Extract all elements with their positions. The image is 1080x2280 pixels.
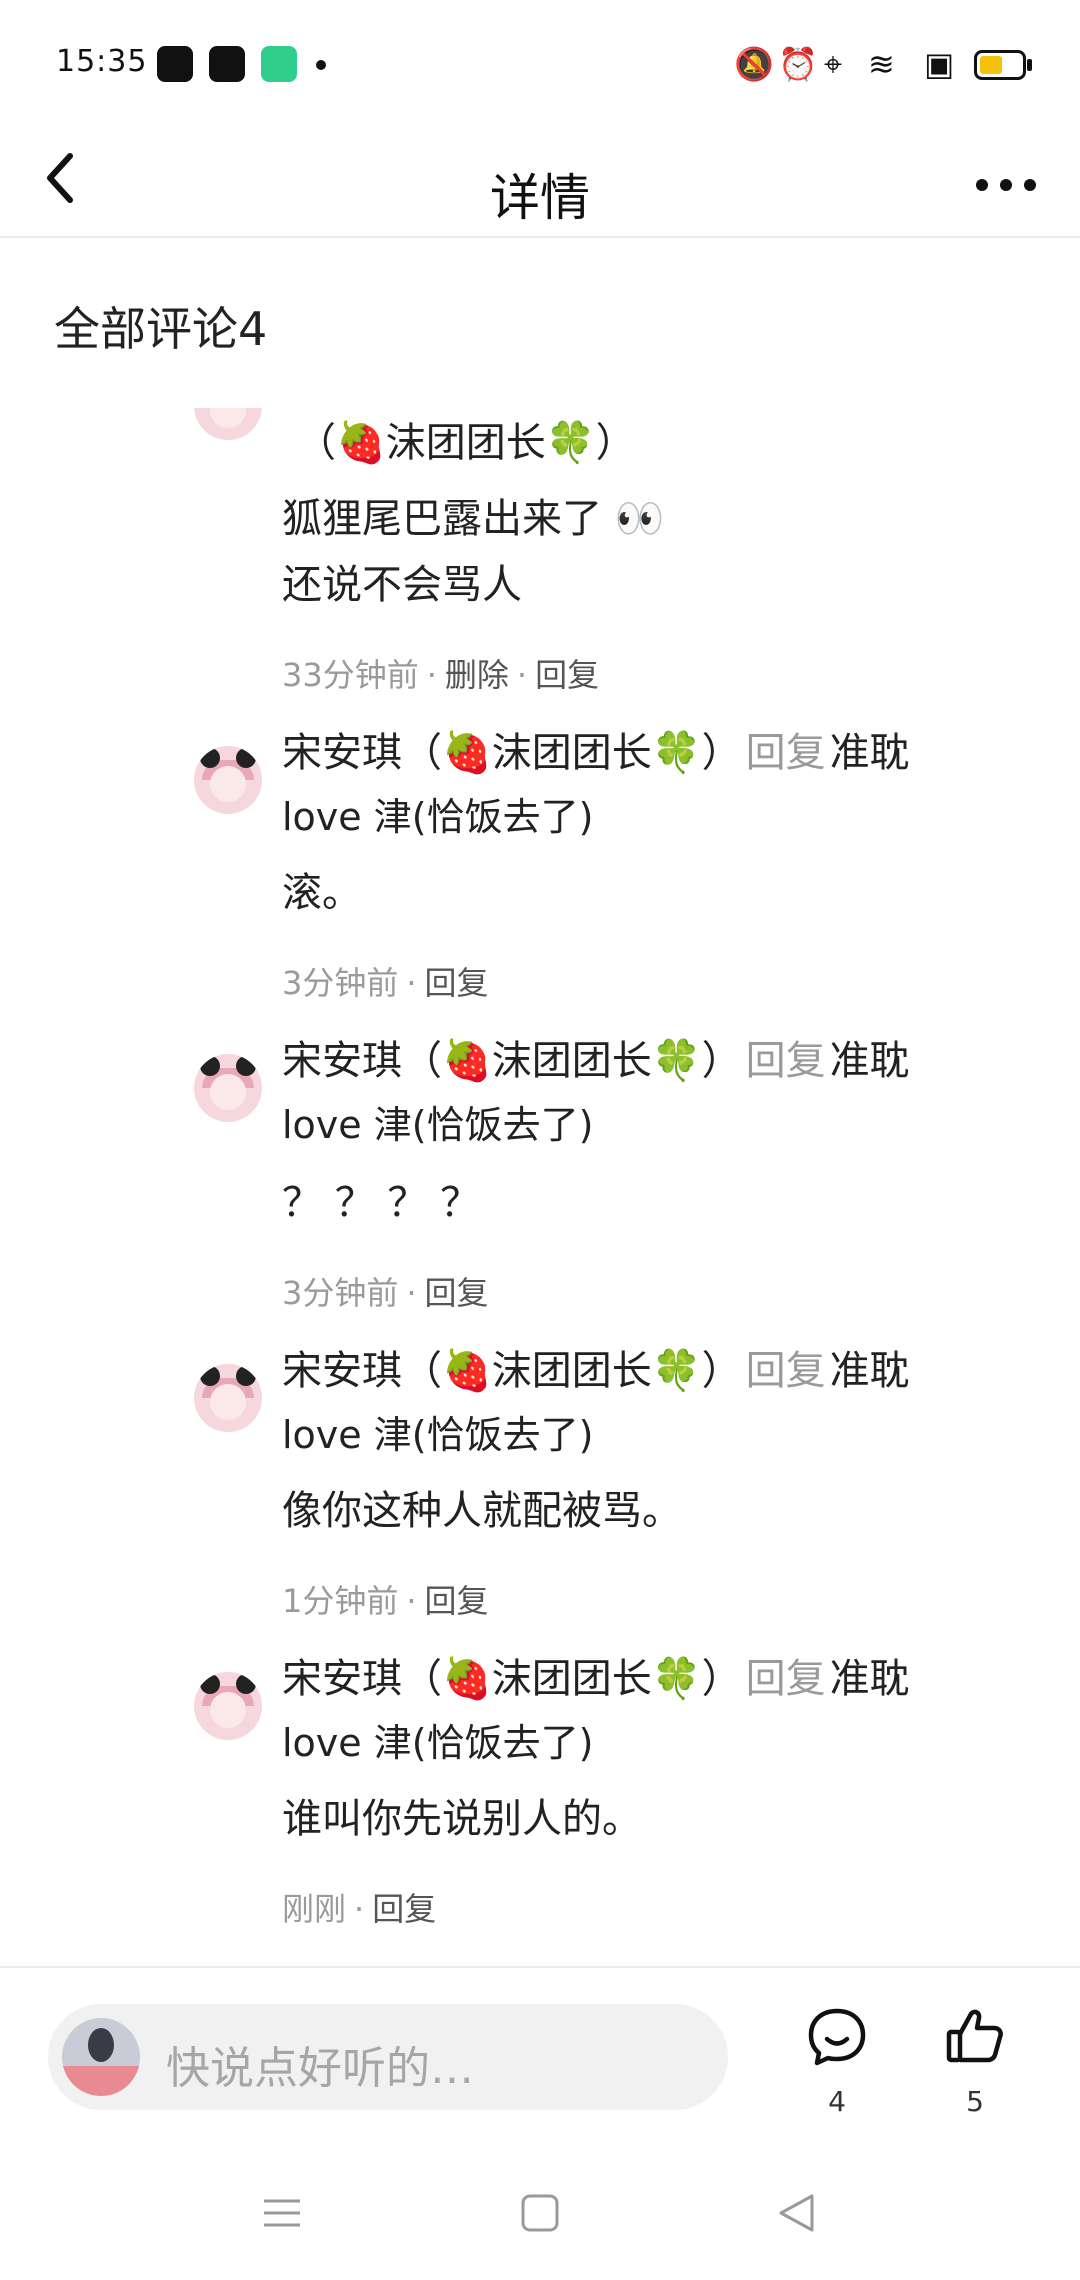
home-square-icon [521, 2194, 559, 2232]
reply-author-name[interactable]: 宋安琪（🍓沫团团长🍀） [282, 1038, 742, 1084]
like-count: 5 [966, 2085, 984, 2118]
reply-target-name[interactable]: 准耽 [830, 730, 910, 776]
home-nav-button[interactable] [520, 2192, 560, 2242]
system-nav-bar [0, 2160, 1080, 2280]
more-notifications-icon [316, 60, 326, 70]
reply-meta: 刚刚 · 回复 [282, 1890, 437, 1928]
sim-icon: ▣ [924, 45, 955, 83]
comments-button[interactable]: 4 [792, 2006, 882, 2118]
avatar[interactable] [194, 408, 262, 440]
back-nav-button[interactable] [776, 2192, 816, 2242]
capcut-app-icon [157, 46, 193, 82]
page-title: 详情 [490, 169, 590, 227]
comment-input[interactable]: 快说点好听的… [48, 2004, 728, 2110]
like-button[interactable]: 5 [930, 2006, 1020, 2118]
comment-author-name[interactable]: （🍓沫团团长🍀） [296, 410, 636, 468]
wifi-icon: ≋ [868, 45, 895, 83]
back-triangle-icon [779, 2194, 814, 2232]
reply-time: 刚刚 [282, 1890, 347, 1928]
avatar[interactable] [194, 1364, 262, 1432]
reply-author-name[interactable]: 宋安琪（🍓沫团团长🍀） [282, 730, 742, 776]
comment-text: 还说不会骂人 [282, 562, 522, 608]
top-nav-bar: 详情 [0, 130, 1080, 238]
reply-button[interactable]: 回复 [425, 1274, 489, 1312]
avatar[interactable] [194, 1054, 262, 1122]
comment-text: 狐狸尾巴露出来了 👀 [282, 496, 665, 542]
comment-input-placeholder: 快说点好听的… [166, 2043, 474, 2094]
reply-text: 谁叫你先说别人的。 [282, 1796, 642, 1842]
status-time: 15:35 [56, 44, 148, 79]
reply-meta: 1分钟前 · 回复 [282, 1582, 489, 1620]
more-options-button[interactable] [966, 144, 1046, 214]
reply-button[interactable]: 回复 [425, 1582, 489, 1620]
avatar[interactable] [194, 746, 262, 814]
menu-nav-button[interactable] [262, 2192, 302, 2242]
more-dots-icon [976, 179, 1036, 191]
all-comments-title: 全部评论4 [54, 302, 268, 356]
battery-icon [974, 50, 1032, 80]
reply-target-name[interactable]: 准耽 [830, 1656, 910, 1702]
reply-text: 像你这种人就配被骂。 [282, 1488, 682, 1534]
reply-time: 1分钟前 [282, 1582, 399, 1620]
reply-header: 宋安琪（🍓沫团团长🍀） 回复 准耽 [282, 1038, 910, 1084]
comment-meta: 33分钟前 · 删除 · 回复 [282, 656, 600, 694]
reply-meta: 3分钟前 · 回复 [282, 1274, 489, 1312]
reply-button[interactable]: 回复 [535, 656, 599, 694]
reply-header: 宋安琪（🍓沫团团长🍀） 回复 准耽 [282, 1656, 910, 1702]
location-icon: ⌖ [824, 45, 843, 83]
avatar[interactable] [194, 1672, 262, 1740]
menu-icon [264, 2199, 300, 2227]
status-bar: 15:35 🔕 ⏰ ⌖ ≋ ▣ [0, 0, 1080, 130]
reply-target-name[interactable]: love 津(恰饭去了) [282, 1094, 593, 1149]
user-avatar [62, 2018, 140, 2096]
reply-time: 3分钟前 [282, 964, 399, 1002]
reply-button[interactable]: 回复 [425, 964, 489, 1002]
reply-target-name[interactable]: 准耽 [830, 1348, 910, 1394]
thumbs-up-icon [930, 2006, 1020, 2085]
alarm-icon: ⏰ [778, 45, 818, 83]
mute-bell-icon: 🔕 [734, 45, 774, 83]
green-app-icon [261, 46, 297, 82]
reply-target-name[interactable]: love 津(恰饭去了) [282, 786, 593, 841]
reply-author-name[interactable]: 宋安琪（🍓沫团团长🍀） [282, 1656, 742, 1702]
reply-target-name[interactable]: love 津(恰饭去了) [282, 1712, 593, 1767]
comment-input-bar: 快说点好听的… 4 5 [0, 1966, 1080, 2138]
comment-time: 33分钟前 [282, 656, 419, 694]
reply-header: 宋安琪（🍓沫团团长🍀） 回复 准耽 [282, 730, 910, 776]
reply-author-name[interactable]: 宋安琪（🍓沫团团长🍀） [282, 1348, 742, 1394]
tiktok-app-icon [209, 46, 245, 82]
reply-header: 宋安琪（🍓沫团团长🍀） 回复 准耽 [282, 1348, 910, 1394]
reply-text: ？ ？ ？ ？ [282, 1180, 481, 1226]
comment-count: 4 [828, 2085, 846, 2118]
reply-time: 3分钟前 [282, 1274, 399, 1312]
reply-text: 滚。 [282, 870, 362, 916]
reply-button[interactable]: 回复 [372, 1890, 436, 1928]
reply-target-name[interactable]: love 津(恰饭去了) [282, 1404, 593, 1459]
reply-target-name[interactable]: 准耽 [830, 1038, 910, 1084]
comment-bubble-icon [792, 2006, 882, 2085]
reply-meta: 3分钟前 · 回复 [282, 964, 489, 1002]
delete-button[interactable]: 删除 [445, 656, 509, 694]
